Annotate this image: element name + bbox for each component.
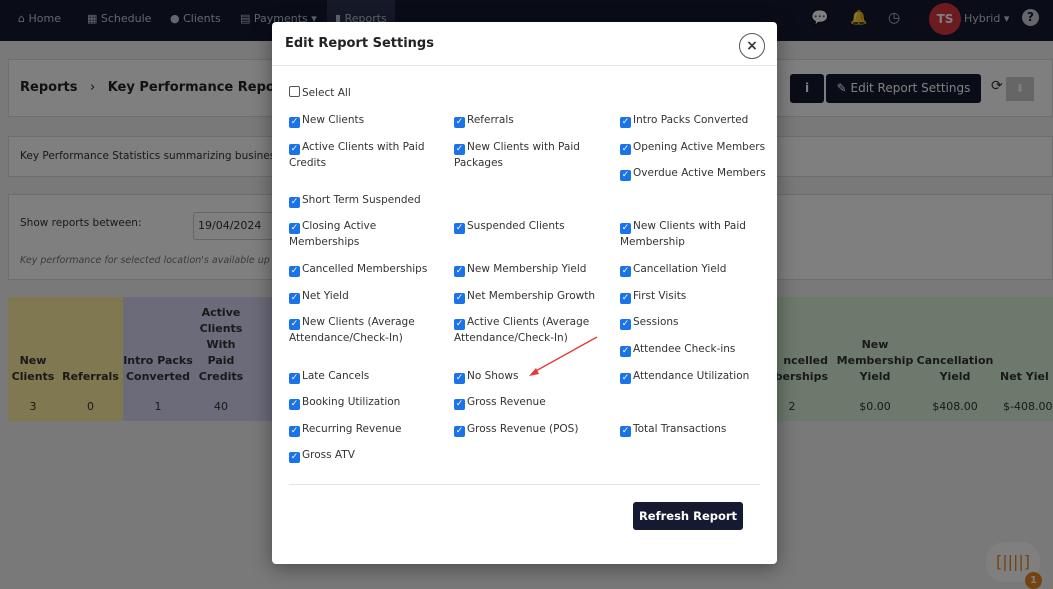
arrow-line bbox=[533, 336, 598, 373]
annotation-arrow bbox=[529, 336, 598, 376]
arrow-head bbox=[529, 368, 539, 376]
